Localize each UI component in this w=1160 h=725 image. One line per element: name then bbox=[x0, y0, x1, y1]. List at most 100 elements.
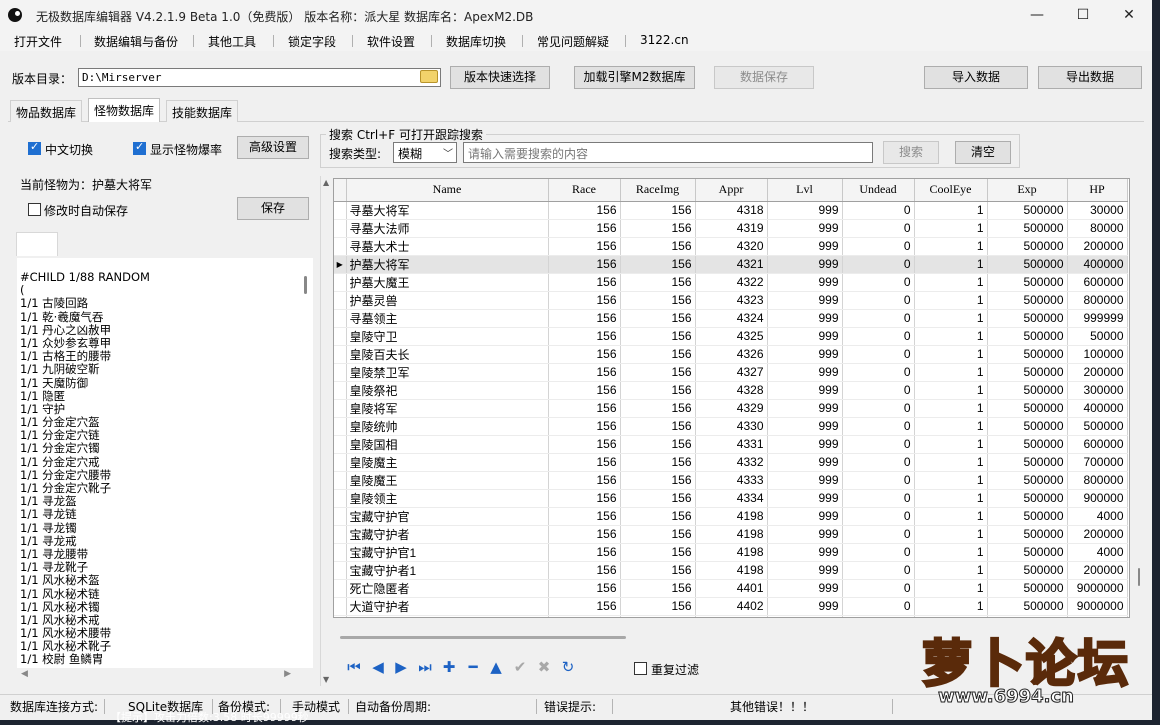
cell-appr[interactable]: 4198 bbox=[695, 507, 768, 526]
cell-hp[interactable]: 9000000 bbox=[1067, 579, 1128, 598]
cell-appr[interactable]: 4318 bbox=[695, 201, 768, 220]
cell-hp[interactable]: 800000 bbox=[1067, 291, 1128, 310]
cell-exp[interactable]: 500000 bbox=[987, 219, 1068, 238]
col-header-race[interactable]: Race bbox=[548, 179, 621, 202]
cell-name[interactable]: 皇陵将军 bbox=[346, 399, 549, 418]
cell-appr[interactable]: 4402 bbox=[695, 597, 768, 616]
scroll-right-icon[interactable]: ▶ bbox=[284, 669, 291, 679]
row-indicator[interactable] bbox=[334, 363, 347, 382]
cell-raceimg[interactable]: 156 bbox=[620, 489, 696, 508]
cell-hp[interactable]: 80000 bbox=[1067, 219, 1128, 238]
quick-select-button[interactable]: 版本快速选择 bbox=[450, 66, 550, 89]
cell-lvl[interactable]: 999 bbox=[767, 543, 843, 562]
scroll-up-icon[interactable]: ▲ bbox=[323, 178, 329, 187]
cell-cooleye[interactable]: 1 bbox=[914, 399, 988, 418]
row-indicator[interactable] bbox=[334, 615, 347, 617]
cell-cooleye[interactable]: 1 bbox=[914, 417, 988, 436]
row-indicator[interactable] bbox=[334, 201, 347, 220]
cell-race[interactable]: 156 bbox=[548, 543, 621, 562]
maximize-icon[interactable]: ☐ bbox=[1060, 0, 1106, 31]
row-indicator[interactable] bbox=[334, 471, 347, 490]
cell-race[interactable]: 156 bbox=[548, 453, 621, 472]
cell-lvl[interactable]: 999 bbox=[767, 561, 843, 580]
table-row[interactable]: 皇陵魔主 156 156 4332 999 0 1 500000 700000 bbox=[334, 453, 1128, 472]
cell-race[interactable]: 156 bbox=[548, 273, 621, 292]
cell-race[interactable]: 156 bbox=[548, 219, 621, 238]
cell-lvl[interactable]: 999 bbox=[767, 615, 843, 617]
cancel-icon[interactable]: ✖ bbox=[534, 657, 554, 677]
scroll-left-icon[interactable]: ◀ bbox=[21, 669, 28, 679]
cell-cooleye[interactable]: 1 bbox=[914, 273, 988, 292]
cell-lvl[interactable]: 999 bbox=[767, 219, 843, 238]
cell-exp[interactable]: 500000 bbox=[987, 345, 1068, 364]
row-indicator[interactable] bbox=[334, 291, 347, 310]
cell-race[interactable]: 156 bbox=[548, 417, 621, 436]
cell-undead[interactable]: 0 bbox=[842, 579, 915, 598]
cell-undead[interactable]: 0 bbox=[842, 201, 915, 220]
save-data-button[interactable]: 数据保存 bbox=[714, 66, 814, 89]
cell-name[interactable]: 命运掌控者 bbox=[346, 615, 549, 617]
col-header-undead[interactable]: Undead bbox=[842, 179, 915, 202]
row-indicator[interactable] bbox=[334, 561, 347, 580]
cell-raceimg[interactable]: 156 bbox=[620, 219, 696, 238]
row-indicator[interactable] bbox=[334, 525, 347, 544]
table-row[interactable]: ▶ 护墓大将军 156 156 4321 999 0 1 500000 400000 bbox=[334, 255, 1128, 274]
cell-undead[interactable]: 0 bbox=[842, 291, 915, 310]
close-icon[interactable]: ✕ bbox=[1106, 0, 1152, 31]
cell-appr[interactable]: 4403 bbox=[695, 615, 768, 617]
cell-appr[interactable]: 4328 bbox=[695, 381, 768, 400]
cell-exp[interactable]: 500000 bbox=[987, 615, 1068, 617]
cell-raceimg[interactable]: 156 bbox=[620, 525, 696, 544]
cell-exp[interactable]: 500000 bbox=[987, 453, 1068, 472]
drop-list-hscrollbar[interactable]: ◀ ▶ bbox=[17, 668, 313, 684]
cell-exp[interactable]: 500000 bbox=[987, 417, 1068, 436]
cell-undead[interactable]: 0 bbox=[842, 309, 915, 328]
cell-undead[interactable]: 0 bbox=[842, 363, 915, 382]
cell-exp[interactable]: 500000 bbox=[987, 237, 1068, 256]
cell-exp[interactable]: 500000 bbox=[987, 309, 1068, 328]
post-icon[interactable]: ✔ bbox=[510, 657, 530, 677]
cell-raceimg[interactable]: 156 bbox=[620, 417, 696, 436]
table-row[interactable]: 宝藏守护者 156 156 4198 999 0 1 500000 200000 bbox=[334, 525, 1128, 544]
table-row[interactable]: 皇陵国相 156 156 4331 999 0 1 500000 600000 bbox=[334, 435, 1128, 454]
cell-name[interactable]: 皇陵祭祀 bbox=[346, 381, 549, 400]
cell-hp[interactable]: 50000 bbox=[1067, 327, 1128, 346]
cell-appr[interactable]: 4322 bbox=[695, 273, 768, 292]
cell-cooleye[interactable]: 1 bbox=[914, 201, 988, 220]
cell-name[interactable]: 宝藏守护者1 bbox=[346, 561, 549, 580]
cell-exp[interactable]: 500000 bbox=[987, 471, 1068, 490]
cell-name[interactable]: 宝藏守护者 bbox=[346, 525, 549, 544]
table-row[interactable]: 寻墓大将军 156 156 4318 999 0 1 500000 30000 bbox=[334, 201, 1128, 220]
col-header-appr[interactable]: Appr bbox=[695, 179, 768, 202]
cell-raceimg[interactable]: 156 bbox=[620, 435, 696, 454]
cell-cooleye[interactable]: 1 bbox=[914, 327, 988, 346]
cell-undead[interactable]: 0 bbox=[842, 615, 915, 617]
cell-cooleye[interactable]: 1 bbox=[914, 435, 988, 454]
cell-cooleye[interactable]: 1 bbox=[914, 237, 988, 256]
cell-appr[interactable]: 4326 bbox=[695, 345, 768, 364]
cell-race[interactable]: 156 bbox=[548, 237, 621, 256]
table-row[interactable]: 皇陵魔王 156 156 4333 999 0 1 500000 800000 bbox=[334, 471, 1128, 490]
cell-cooleye[interactable]: 1 bbox=[914, 381, 988, 400]
col-header-hp[interactable]: HP bbox=[1067, 179, 1128, 202]
cell-undead[interactable]: 0 bbox=[842, 255, 915, 274]
cell-hp[interactable]: 4000 bbox=[1067, 507, 1128, 526]
cell-undead[interactable]: 0 bbox=[842, 327, 915, 346]
cell-lvl[interactable]: 999 bbox=[767, 381, 843, 400]
cell-exp[interactable]: 500000 bbox=[987, 327, 1068, 346]
cell-cooleye[interactable]: 1 bbox=[914, 363, 988, 382]
cell-raceimg[interactable]: 156 bbox=[620, 327, 696, 346]
cell-undead[interactable]: 0 bbox=[842, 471, 915, 490]
cell-name[interactable]: 寻墓大法师 bbox=[346, 219, 549, 238]
cell-lvl[interactable]: 999 bbox=[767, 309, 843, 328]
cell-name[interactable]: 护墓大将军 bbox=[346, 255, 549, 274]
col-header-cooleye[interactable]: CoolEye bbox=[914, 179, 988, 202]
cell-hp[interactable]: 600000 bbox=[1067, 273, 1128, 292]
cell-lvl[interactable]: 999 bbox=[767, 237, 843, 256]
cell-name[interactable]: 寻墓大将军 bbox=[346, 201, 549, 220]
cell-undead[interactable]: 0 bbox=[842, 345, 915, 364]
cell-cooleye[interactable]: 1 bbox=[914, 615, 988, 617]
last-icon[interactable]: ⏭ bbox=[415, 657, 435, 677]
chinese-toggle-checkbox[interactable] bbox=[28, 140, 41, 155]
cell-hp[interactable]: 800000 bbox=[1067, 471, 1128, 490]
